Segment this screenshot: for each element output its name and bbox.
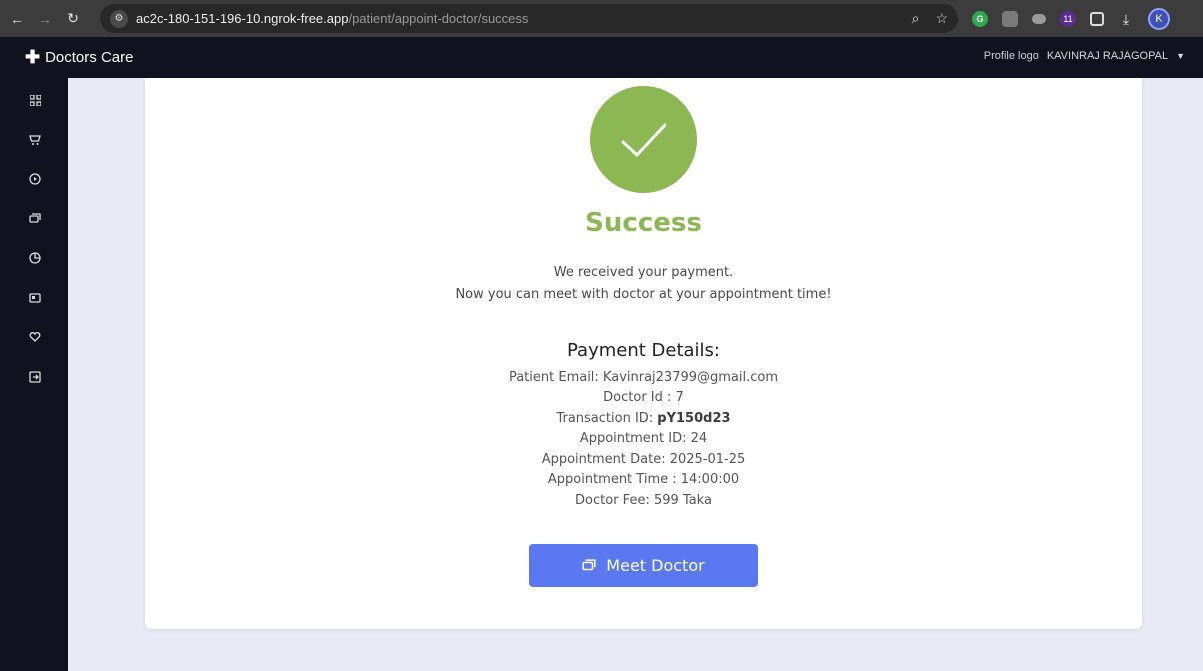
back-icon[interactable]: ← — [6, 8, 28, 30]
profile-menu[interactable]: Profile logo KAVINRAJ RAJAGOPAL ▼ — [984, 50, 1185, 62]
brand-name: Doctors Care — [45, 49, 134, 66]
bookmark-star-icon[interactable]: ☆ — [935, 10, 948, 27]
doctor-fee: Doctor Fee: 599 Taka — [575, 493, 712, 508]
url-host: ac2c-180-151-196-10.ngrok-free.app — [136, 11, 349, 26]
url-path: /patient/appoint-doctor/success — [348, 11, 529, 26]
cart-icon[interactable] — [27, 132, 43, 148]
meet-doctor-button[interactable]: Meet Doctor — [529, 544, 758, 587]
app-header: ✚ Doctors Care Profile logo KAVINRAJ RAJ… — [0, 37, 1203, 78]
transaction-id-value: pY150d23 — [657, 411, 731, 426]
transaction-id-line: Transaction ID: pY150d23 — [145, 411, 1142, 426]
appointment-id: Appointment ID: 24 — [579, 431, 708, 446]
extensions-puzzle-icon[interactable] — [1090, 12, 1104, 26]
zoom-icon[interactable]: ⌕ — [912, 10, 920, 27]
pie-chart-icon[interactable] — [27, 250, 43, 266]
browser-toolbar: ← → ↻ ⚙ ac2c-180-151-196-10.ngrok-free.a… — [0, 0, 1203, 37]
transaction-id-label: Transaction ID: — [556, 411, 658, 426]
user-name: KAVINRAJ RAJAGOPAL — [1046, 50, 1169, 62]
play-circle-icon[interactable] — [27, 171, 43, 187]
logout-icon[interactable] — [27, 369, 43, 385]
site-settings-icon[interactable]: ⚙ — [110, 9, 128, 28]
address-bar[interactable]: ⚙ ac2c-180-151-196-10.ngrok-free.app /pa… — [100, 4, 958, 33]
success-check-icon — [590, 86, 697, 193]
appointment-message: Now you can meet with doctor at your app… — [455, 287, 832, 302]
meet-doctor-label: Meet Doctor — [606, 556, 705, 575]
chat-icon[interactable] — [27, 211, 43, 227]
heart-icon[interactable] — [27, 329, 43, 345]
payment-received-message: We received your payment. — [553, 265, 734, 280]
success-card: Success We received your payment. Now yo… — [145, 78, 1142, 629]
cloud-extension-icon[interactable] — [1032, 14, 1046, 24]
sidebar — [0, 78, 68, 671]
profile-logo-image: Profile logo — [983, 50, 1039, 62]
badge-extension-icon[interactable]: 11 — [1060, 11, 1076, 27]
reload-icon[interactable]: ↻ — [62, 8, 84, 30]
browser-profile-avatar[interactable]: K — [1148, 8, 1170, 30]
plus-icon: ✚ — [25, 47, 41, 67]
chevron-down-icon[interactable]: ▼ — [1176, 51, 1185, 61]
patient-email: Patient Email: Kavinraj23799@gmail.com — [508, 370, 779, 385]
chat-icon — [582, 558, 596, 570]
success-title: Success — [585, 208, 702, 238]
download-icon[interactable]: ⤓ — [1118, 11, 1134, 27]
forward-icon[interactable]: → — [34, 8, 56, 30]
extension-icon[interactable] — [1002, 11, 1018, 27]
appointment-date: Appointment Date: 2025-01-25 — [541, 452, 746, 467]
doctor-id: Doctor Id : 7 — [603, 390, 684, 405]
dashboard-icon[interactable] — [27, 92, 43, 108]
brand-logo[interactable]: ✚ Doctors Care — [25, 47, 133, 68]
payment-details-title: Payment Details: — [567, 340, 720, 361]
grammarly-extension-icon[interactable]: G — [972, 11, 988, 27]
appointment-time: Appointment Time : 14:00:00 — [547, 472, 740, 487]
id-card-icon[interactable] — [27, 290, 43, 306]
